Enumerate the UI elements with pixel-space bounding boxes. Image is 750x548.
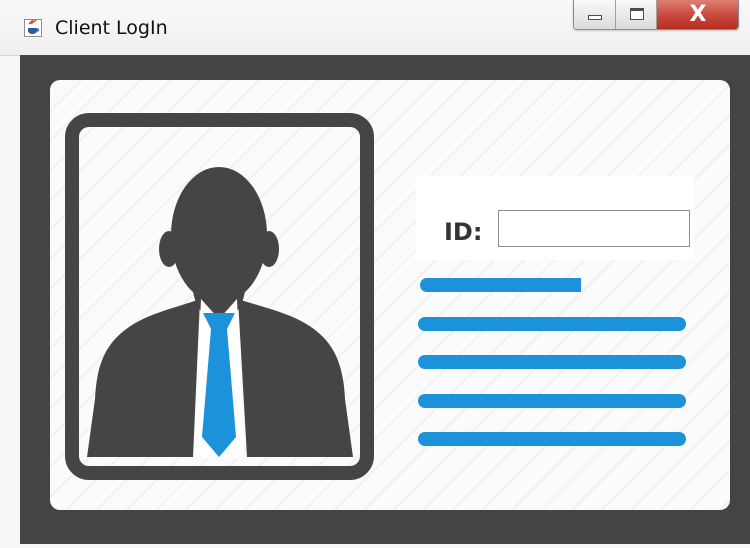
dark-window-frame: ID: [20, 55, 750, 544]
java-app-icon [24, 19, 42, 37]
card-detail-line-1 [420, 278, 581, 292]
title-bar[interactable]: Client LogIn X [0, 0, 750, 56]
maximize-icon [629, 8, 644, 20]
id-input[interactable] [498, 210, 690, 247]
id-card: ID: [50, 80, 730, 510]
window-controls: X [573, 0, 739, 30]
card-detail-line-2 [418, 317, 686, 331]
card-detail-line-4 [418, 394, 686, 408]
person-avatar-icon [87, 167, 353, 457]
close-button[interactable]: X [657, 0, 738, 29]
id-label: ID: [444, 218, 483, 246]
client-login-window: Client LogIn X ID: [0, 0, 750, 548]
minimize-button[interactable] [574, 0, 616, 29]
minimize-icon [588, 15, 602, 20]
card-detail-line-5 [418, 432, 686, 446]
id-entry-panel: ID: [416, 176, 694, 260]
window-title: Client LogIn [55, 17, 168, 39]
maximize-button[interactable] [615, 0, 657, 29]
card-detail-line-3 [418, 355, 686, 369]
close-icon: X [689, 2, 707, 27]
profile-photo-frame [65, 113, 374, 480]
